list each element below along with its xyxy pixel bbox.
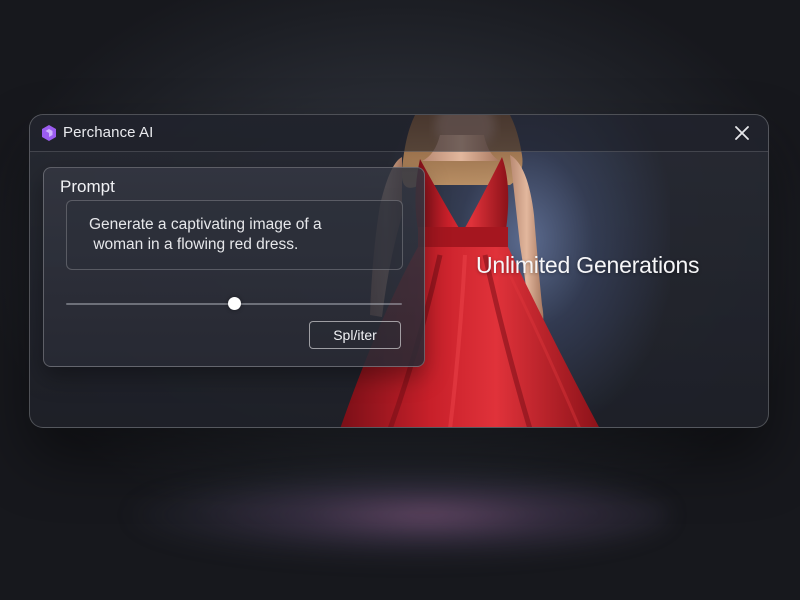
prompt-heading: Prompt xyxy=(60,177,115,196)
app-title: Perchance AI xyxy=(63,124,154,141)
prompt-input[interactable] xyxy=(66,200,403,270)
app-window: Perchance AI Unlimited Generations Promp… xyxy=(29,114,769,428)
hero-caption: Unlimited Generations xyxy=(476,252,700,278)
close-icon[interactable] xyxy=(732,123,752,143)
title-bar: Perchance AI xyxy=(30,115,768,152)
prompt-panel: Prompt Spl/iter xyxy=(43,167,425,367)
floor-reflection xyxy=(130,470,670,560)
slider-thumb[interactable] xyxy=(227,297,241,310)
hexagon-logo-icon xyxy=(42,125,56,141)
generate-button[interactable]: Spl/iter xyxy=(309,321,401,349)
